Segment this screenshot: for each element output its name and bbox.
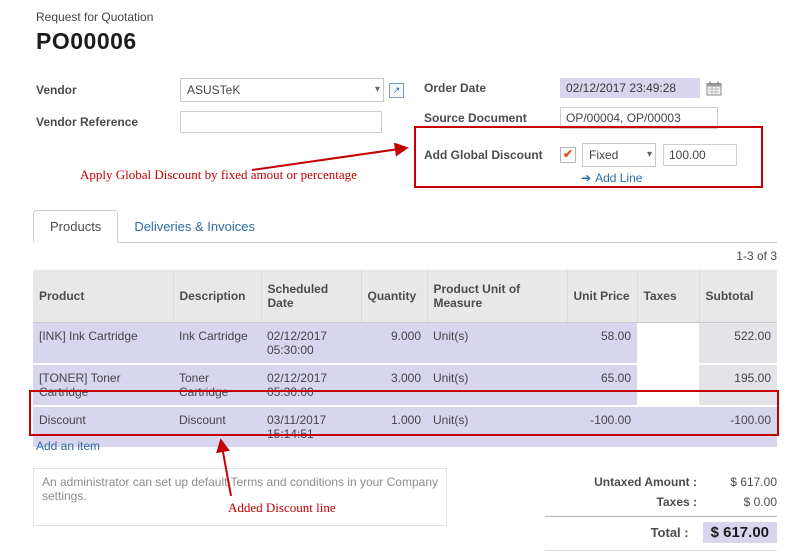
- discount-type-value: Fixed: [589, 148, 618, 162]
- vendor-reference-input[interactable]: [180, 111, 382, 133]
- list-pager: 1-3 of 3: [33, 249, 777, 263]
- document-type-label: Request for Quotation: [36, 10, 153, 24]
- page-title: PO00006: [36, 28, 153, 55]
- totals-panel: Untaxed Amount : $ 617.00 Taxes : $ 0.00…: [545, 472, 777, 551]
- order-date-row: Order Date 02/12/2017 23:49:28: [424, 78, 784, 98]
- vendor-select[interactable]: ASUSTeK ▾: [180, 78, 384, 102]
- col-header-product[interactable]: Product: [33, 270, 173, 323]
- col-header-description[interactable]: Description: [173, 270, 261, 323]
- cell-description[interactable]: Toner Cartridge: [173, 364, 261, 406]
- cell-taxes[interactable]: [637, 406, 699, 448]
- tab-products[interactable]: Products: [33, 210, 118, 243]
- cell-subtotal: -100.00: [699, 406, 777, 448]
- form-right-column: Order Date 02/12/2017 23:49:28 Source Do…: [424, 78, 784, 185]
- order-date-input[interactable]: 02/12/2017 23:49:28: [560, 78, 700, 98]
- cell-uom[interactable]: Unit(s): [427, 406, 567, 448]
- cell-uom[interactable]: Unit(s): [427, 364, 567, 406]
- arrow-right-icon: ➔: [581, 171, 591, 185]
- table-header-row: Product Description Scheduled Date Quant…: [33, 270, 777, 323]
- cell-quantity[interactable]: 9.000: [361, 323, 427, 365]
- order-date-label: Order Date: [424, 81, 560, 95]
- cell-product[interactable]: [INK] Ink Cartridge: [33, 323, 173, 365]
- cell-quantity[interactable]: 3.000: [361, 364, 427, 406]
- form-left-column: Vendor ASUSTeK ▾ ↗ Vendor Reference: [36, 78, 416, 142]
- untaxed-amount-value: $ 617.00: [713, 475, 777, 489]
- cell-product[interactable]: [TONER] Toner Cartridge: [33, 364, 173, 406]
- global-discount-label: Add Global Discount: [424, 148, 560, 162]
- cell-description[interactable]: Ink Cartridge: [173, 323, 261, 365]
- cell-description[interactable]: Discount: [173, 406, 261, 448]
- col-header-uom[interactable]: Product Unit of Measure: [427, 270, 567, 323]
- col-header-taxes[interactable]: Taxes: [637, 270, 699, 323]
- vendor-reference-row: Vendor Reference: [36, 111, 416, 133]
- add-line-row: ➔ Add Line: [581, 171, 784, 185]
- untaxed-amount-row: Untaxed Amount : $ 617.00: [545, 472, 777, 492]
- chevron-down-icon[interactable]: ▾: [375, 79, 380, 101]
- total-row: Total : $ 617.00: [545, 519, 777, 546]
- col-header-subtotal[interactable]: Subtotal: [699, 270, 777, 323]
- taxes-row: Taxes : $ 0.00: [545, 492, 777, 512]
- source-document-input[interactable]: OP/00004, OP/00003: [560, 107, 718, 129]
- external-link-icon[interactable]: ↗: [389, 83, 404, 98]
- vendor-label: Vendor: [36, 83, 180, 97]
- cell-unit-price[interactable]: -100.00: [567, 406, 637, 448]
- col-header-quantity[interactable]: Quantity: [361, 270, 427, 323]
- source-document-label: Source Document: [424, 111, 560, 125]
- table-row[interactable]: [INK] Ink Cartridge Ink Cartridge 02/12/…: [33, 323, 777, 365]
- global-discount-checkbox[interactable]: ✔: [560, 147, 576, 163]
- cell-subtotal: 195.00: [699, 364, 777, 406]
- calendar-icon[interactable]: [706, 81, 722, 96]
- cell-taxes[interactable]: [637, 364, 699, 406]
- cell-quantity[interactable]: 1.000: [361, 406, 427, 448]
- cell-taxes[interactable]: [637, 323, 699, 365]
- global-discount-controls: ✔ Fixed ▾ 100.00: [560, 143, 737, 167]
- table-row[interactable]: [TONER] Toner Cartridge Toner Cartridge …: [33, 364, 777, 406]
- order-lines-table: Product Description Scheduled Date Quant…: [33, 270, 777, 449]
- taxes-label: Taxes :: [657, 495, 697, 509]
- add-an-item-link[interactable]: Add an item: [36, 439, 100, 453]
- vendor-reference-label: Vendor Reference: [36, 115, 180, 129]
- cell-scheduled-date[interactable]: 02/12/2017 05:30:00: [261, 364, 361, 406]
- vendor-value: ASUSTeK: [187, 83, 240, 97]
- totals-divider: [545, 516, 777, 517]
- vendor-row: Vendor ASUSTeK ▾ ↗: [36, 78, 416, 102]
- cell-subtotal: 522.00: [699, 323, 777, 365]
- add-line-link[interactable]: Add Line: [595, 171, 642, 185]
- chevron-down-icon: ▾: [647, 144, 652, 166]
- taxes-value: $ 0.00: [713, 495, 777, 509]
- tab-deliveries-invoices[interactable]: Deliveries & Invoices: [118, 211, 271, 242]
- annotation-discount-line-note: Added Discount line: [228, 500, 336, 516]
- cell-uom[interactable]: Unit(s): [427, 323, 567, 365]
- cell-scheduled-date[interactable]: 02/12/2017 05:30:00: [261, 323, 361, 365]
- check-icon: ✔: [563, 147, 573, 161]
- global-discount-row: Add Global Discount ✔ Fixed ▾ 100.00: [424, 143, 784, 167]
- untaxed-amount-label: Untaxed Amount :: [594, 475, 697, 489]
- cell-unit-price[interactable]: 58.00: [567, 323, 637, 365]
- discount-amount-input[interactable]: 100.00: [663, 144, 737, 166]
- discount-type-select[interactable]: Fixed ▾: [582, 143, 656, 167]
- total-value: $ 617.00: [703, 522, 777, 543]
- total-label: Total :: [651, 525, 689, 540]
- cell-unit-price[interactable]: 65.00: [567, 364, 637, 406]
- table-row-discount[interactable]: Discount Discount 03/11/2017 15:14:51 1.…: [33, 406, 777, 448]
- col-header-unit-price[interactable]: Unit Price: [567, 270, 637, 323]
- terms-and-conditions-input[interactable]: An administrator can set up default Term…: [33, 468, 447, 526]
- annotation-global-discount-note: Apply Global Discount by fixed amout or …: [80, 167, 357, 183]
- col-header-scheduled-date[interactable]: Scheduled Date: [261, 270, 361, 323]
- source-document-row: Source Document OP/00004, OP/00003: [424, 107, 784, 129]
- cell-scheduled-date[interactable]: 03/11/2017 15:14:51: [261, 406, 361, 448]
- document-header: Request for Quotation PO00006: [36, 10, 153, 55]
- notebook-tabs: Products Deliveries & Invoices: [33, 208, 777, 243]
